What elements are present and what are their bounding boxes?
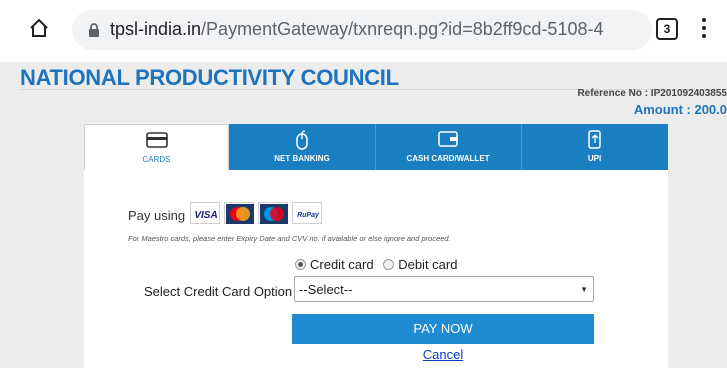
maestro-logo [258,202,288,224]
wallet-icon [375,130,521,150]
tab-cards-label: CARDS [142,155,171,164]
card-icon [85,131,228,151]
payment-panel: CARDS NET BANKING CASH CARD/WALLET UPI P… [84,124,668,368]
card-option-label: Select Credit Card Option : [144,284,300,299]
mouse-icon [229,130,375,150]
card-type-radios: Credit card Debit card [295,257,463,272]
dropdown-arrow-icon: ▼ [580,285,588,294]
tab-net-banking[interactable]: NET BANKING [229,124,375,170]
amount: Amount : 200.0 [633,102,727,117]
pay-using-label: Pay using [128,208,186,223]
lock-icon [88,22,100,38]
payment-tabs: CARDS NET BANKING CASH CARD/WALLET UPI [84,124,668,170]
tab-cash-card-wallet-label: CASH CARD/WALLET [406,154,490,163]
rupay-logo: RuPay [292,202,322,224]
upi-phone-icon [521,130,668,150]
card-option-selected: --Select-- [299,282,353,297]
tab-cash-card-wallet[interactable]: CASH CARD/WALLET [375,124,521,170]
tab-net-banking-label: NET BANKING [274,154,330,163]
tab-switcher-button[interactable]: 3 [656,18,678,40]
cancel-link[interactable]: Cancel [84,347,727,362]
tab-upi-label: UPI [587,154,602,163]
debit-card-label: Debit card [398,257,458,272]
tab-upi[interactable]: UPI [521,124,668,170]
debit-card-option[interactable]: Debit card [383,257,457,272]
page-content: NATIONAL PRODUCTIVITY COUNCIL Reference … [0,62,727,368]
card-option-select[interactable]: --Select-- ▼ [294,276,594,302]
pay-now-button[interactable]: PAY NOW [292,314,594,344]
reference-number: Reference No : IP201092403855 [577,88,727,99]
credit-card-label: Credit card [310,257,374,272]
browser-toolbar: tpsl-india.in/PaymentGateway/txnreqn.pg?… [0,0,727,62]
page-title: NATIONAL PRODUCTIVITY COUNCIL [20,65,399,90]
visa-logo: VISA [190,202,220,224]
tab-cards[interactable]: CARDS [84,124,229,170]
address-bar[interactable]: tpsl-india.in/PaymentGateway/txnreqn.pg?… [72,10,652,50]
svg-text:RuPay: RuPay [297,212,320,219]
svg-text:VISA: VISA [194,210,217,221]
url-host: tpsl-india.in [110,19,202,39]
more-menu-icon[interactable] [700,18,708,42]
debit-card-radio[interactable] [383,259,395,270]
home-icon[interactable] [28,17,50,39]
credit-card-radio[interactable] [295,259,306,270]
mastercard-logo [224,202,254,224]
credit-card-option[interactable]: Credit card [295,257,374,272]
maestro-note: For Maestro cards, please enter Expiry D… [128,234,451,243]
url-path: /PaymentGateway/txnreqn.pg?id=8b2ff9cd-5… [201,19,604,39]
